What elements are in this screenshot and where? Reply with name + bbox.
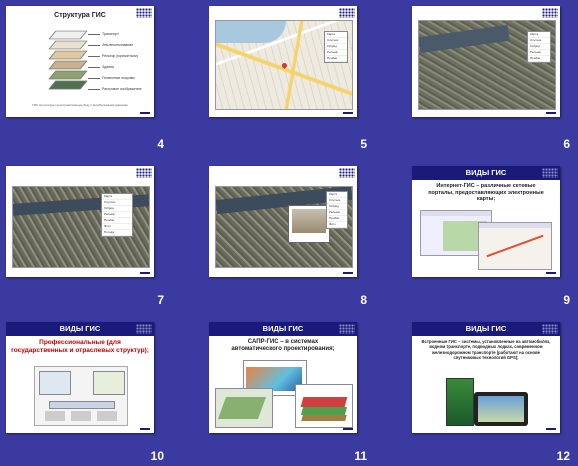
slide-thumbnail-5[interactable]: Карта Спутник Гибрид Рельеф Пробки xyxy=(209,6,357,117)
cad-screenshot-image xyxy=(215,388,273,428)
slide-number: 10 xyxy=(150,449,164,463)
river xyxy=(419,24,510,54)
slide-caption: ГИС интегрирует пространственную базу с … xyxy=(32,103,128,107)
slide-thumbnail-12[interactable]: ВИДЫ ГИС Встроенные ГИС – системы, устан… xyxy=(412,322,560,433)
dot-decoration xyxy=(542,324,558,334)
dot-decoration xyxy=(339,8,355,18)
map-marker-icon xyxy=(280,61,289,70)
map-type-menu[interactable]: Карта Спутник Гибрид Рельеф Пробки xyxy=(527,31,551,63)
footer-bar xyxy=(140,428,150,430)
gps-navigator-image xyxy=(474,392,528,426)
slide-number: 12 xyxy=(556,449,570,463)
layer-label: Почвенные покровы xyxy=(88,76,135,80)
layer-label: Здания xyxy=(88,65,114,69)
slide-thumbnail-8[interactable]: Карта Спутник Гибрид Рельеф Пробки Фото xyxy=(209,166,357,277)
layer-label: Транспорт xyxy=(88,32,119,36)
satellite-map-image: Карта Спутник Гибрид Рельеф Пробки Фото … xyxy=(12,186,150,268)
menu-item[interactable]: Фото xyxy=(327,222,347,228)
slide-header: ВИДЫ ГИС xyxy=(412,166,560,180)
footer-bar xyxy=(546,112,556,114)
dot-decoration xyxy=(339,324,355,334)
photo-image xyxy=(292,209,326,233)
slide-body: Профессиональные (для государственных и … xyxy=(11,339,149,354)
slide-header: ВИДЫ ГИС xyxy=(6,322,154,336)
slide-thumbnail-4[interactable]: Структура ГИС Транспорт Землепользование… xyxy=(6,6,154,117)
layer-label: Землепользование xyxy=(87,43,134,47)
map-type-menu[interactable]: Карта Спутник Гибрид Рельеф Пробки Фото xyxy=(326,191,348,229)
dot-decoration xyxy=(339,168,355,178)
slide-thumbnail-11[interactable]: ВИДЫ ГИС САПР-ГИС – в системах автоматич… xyxy=(209,322,357,433)
river xyxy=(216,21,286,43)
slide-thumbnail-7[interactable]: Карта Спутник Гибрид Рельеф Пробки Фото … xyxy=(6,166,154,277)
satellite-map-image: Карта Спутник Гибрид Рельеф Пробки xyxy=(418,20,556,110)
footer-bar xyxy=(343,428,353,430)
slide-number: 9 xyxy=(563,293,570,307)
map-type-menu[interactable]: Карта Спутник Гибрид Рельеф Пробки xyxy=(324,31,348,63)
footer-bar xyxy=(140,112,150,114)
slide-number: 7 xyxy=(157,293,164,307)
slide-thumbnail-10[interactable]: ВИДЫ ГИС Профессиональные (для государст… xyxy=(6,322,154,433)
dot-decoration xyxy=(542,8,558,18)
layers-stack-image xyxy=(42,28,92,98)
screenshot-image xyxy=(478,222,552,270)
photo-popup[interactable] xyxy=(288,205,330,243)
satellite-map-image: Карта Спутник Гибрид Рельеф Пробки Фото xyxy=(215,186,353,268)
dot-decoration xyxy=(542,168,558,178)
slide-number: 11 xyxy=(354,449,367,463)
footer-bar xyxy=(343,112,353,114)
menu-item[interactable]: Пробки xyxy=(325,56,347,62)
slide-body: Интернет-ГИС – различные сетевые порталы… xyxy=(428,183,544,202)
footer-bar xyxy=(343,272,353,274)
map-type-menu[interactable]: Карта Спутник Гибрид Рельеф Пробки Фото … xyxy=(101,193,133,237)
slide-number: 8 xyxy=(360,293,367,307)
slide-thumbnail-6[interactable]: Карта Спутник Гибрид Рельеф Пробки xyxy=(412,6,560,117)
menu-item[interactable]: Пробки xyxy=(528,56,550,62)
diagram-image xyxy=(34,366,128,426)
gps-box-image xyxy=(446,378,474,426)
slide-thumbnail-9[interactable]: ВИДЫ ГИС Интернет-ГИС – различные сетевы… xyxy=(412,166,560,277)
footer-bar xyxy=(546,272,556,274)
street-map-image: Карта Спутник Гибрид Рельеф Пробки xyxy=(215,20,353,110)
slide-title: Структура ГИС xyxy=(54,12,106,19)
layer-label: Растровое изображение xyxy=(88,87,142,91)
menu-item[interactable]: Погода xyxy=(102,230,132,236)
footer-bar xyxy=(546,428,556,430)
slide-header: ВИДЫ ГИС xyxy=(209,322,357,336)
slide-body: Встроенные ГИС – системы, установленные … xyxy=(421,339,551,361)
slide-body: САПР-ГИС – в системах автоматического пр… xyxy=(231,339,335,352)
footer-bar xyxy=(140,272,150,274)
slide-number: 5 xyxy=(360,137,367,151)
dot-decoration xyxy=(136,324,152,334)
slide-number: 4 xyxy=(157,137,164,151)
slide-number: 6 xyxy=(563,137,570,151)
layer-label: Рельеф (горизонтали) xyxy=(87,54,139,58)
dot-decoration xyxy=(136,168,152,178)
slide-header: ВИДЫ ГИС xyxy=(412,322,560,336)
cad-screenshot-image xyxy=(295,384,353,428)
